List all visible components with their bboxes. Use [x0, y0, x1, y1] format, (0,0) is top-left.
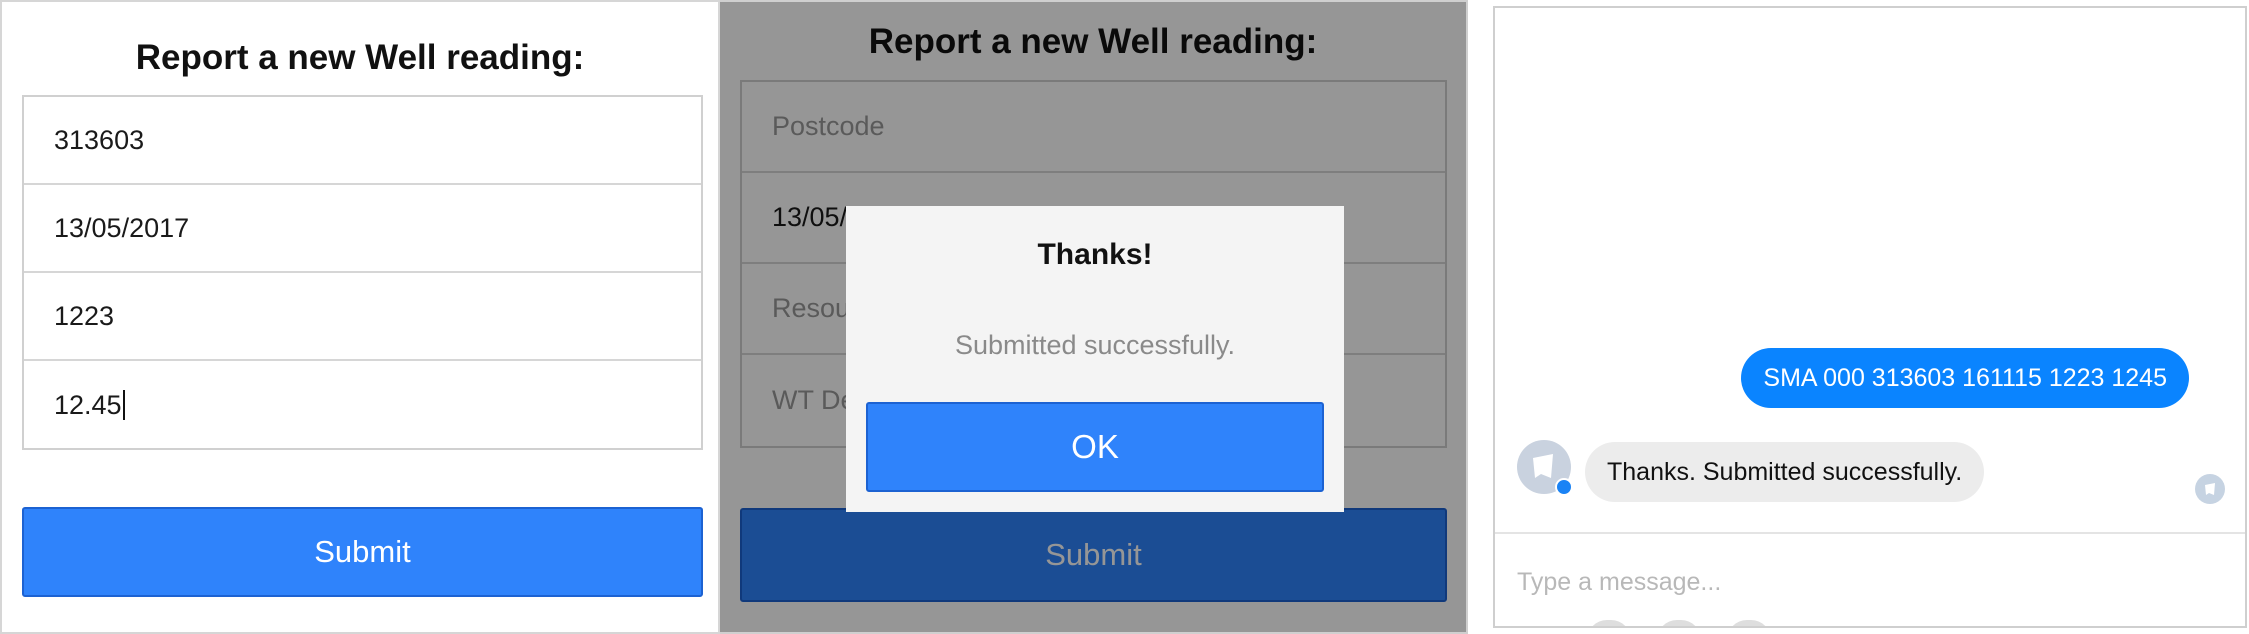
form-title: Report a new Well reading:	[135, 38, 585, 77]
outgoing-message-bubble[interactable]: SMA 000 313603 161115 1223 1245	[1741, 348, 2189, 408]
seen-avatar-icon	[2195, 474, 2225, 504]
resource-id-field[interactable]: 1223	[24, 273, 701, 361]
bot-logo-icon	[1533, 454, 1553, 478]
depth-value: 12.45	[54, 389, 122, 420]
text-caret	[122, 390, 125, 420]
bot-avatar[interactable]	[1517, 440, 1573, 496]
postcode-value: 313603	[54, 124, 145, 155]
composer-tool-icon[interactable]	[1727, 620, 1771, 626]
message-input[interactable]: Type a message...	[1517, 568, 1721, 597]
success-dialog: Thanks! Submitted successfully. OK	[846, 206, 1344, 512]
form-panel-filled: Report a new Well reading: 313603 13/05/…	[0, 0, 720, 634]
form-panel-dialog: Report a new Well reading: Postcode 13/0…	[720, 0, 1468, 634]
dialog-title: Thanks!	[1037, 238, 1153, 271]
messenger-badge-icon	[1555, 478, 1573, 496]
submit-button[interactable]: Submit	[22, 507, 703, 597]
form-fields: 313603 13/05/2017 1223 12.45	[22, 95, 703, 450]
postcode-field[interactable]: 313603	[24, 97, 701, 185]
resource-id-value: 1223	[54, 300, 115, 331]
composer-divider	[1495, 532, 2245, 534]
depth-field[interactable]: 12.45	[24, 361, 701, 449]
messenger-panel: SMA 000 313603 161115 1223 1245 Thanks. …	[1493, 6, 2247, 628]
ok-button[interactable]: OK	[866, 402, 1324, 492]
date-field[interactable]: 13/05/2017	[24, 185, 701, 273]
incoming-message-bubble[interactable]: Thanks. Submitted successfully.	[1585, 442, 1985, 502]
dialog-message: Submitted successfully.	[954, 330, 1236, 360]
composer-tool-icon[interactable]	[1587, 620, 1631, 626]
composer-toolbar	[1587, 620, 1887, 626]
date-value: 13/05/2017	[54, 212, 190, 243]
composer-tool-icon[interactable]	[1657, 620, 1701, 626]
